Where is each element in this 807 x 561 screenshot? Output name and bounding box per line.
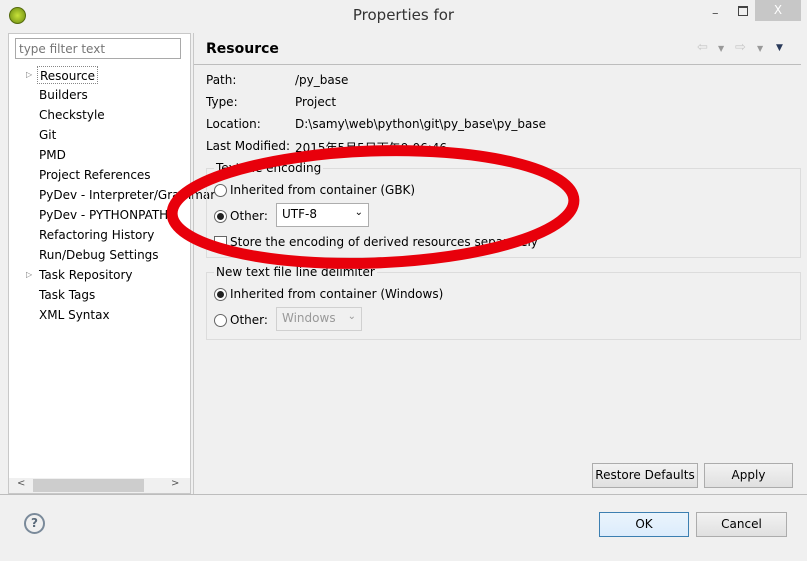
delimiter-value: Windows [282,311,336,325]
tree-item[interactable]: Refactoring History [39,226,154,244]
tree-item[interactable]: PyDev - Interpreter/Grammar [39,186,215,204]
tree-item[interactable]: Task Repository [39,266,133,284]
info-value: 2015年5月5日下午9:06:46 [295,141,448,155]
tree-item[interactable]: Resource [37,66,99,84]
close-button[interactable]: X [755,0,801,21]
chevron-down-icon: ⌄ [347,311,356,322]
encoding-inherited-label: Inherited from container (GBK) [230,183,416,197]
encoding-other-radio[interactable] [214,210,227,223]
window-title: Properties for [352,6,455,24]
info-value: /py_base [295,73,349,87]
apply-button[interactable]: Apply [704,463,793,488]
tree-item[interactable]: Checkstyle [39,106,105,124]
title-bar: Properties for – X [0,0,807,32]
text-file-encoding-group: Text file encoding Inherited from contai… [206,161,801,258]
expand-twisty-icon[interactable]: ▷ [26,70,32,79]
scrollbar-thumb[interactable] [33,479,144,492]
info-label: Last Modified: [206,139,291,153]
encoding-inherited-radio[interactable] [214,184,227,197]
encoding-other-label: Other: [230,209,268,223]
tree-item[interactable]: Run/Debug Settings [39,246,159,264]
info-label: Type: [206,95,238,109]
maximize-button[interactable] [738,6,748,16]
forward-menu-chevron-icon[interactable]: ▼ [757,44,763,53]
property-page: Resource ⇦ ▼ ⇨ ▼ ▼ Path: /py_base Type: Pro… [193,33,801,494]
store-separately-label: Store the encoding of derived resources … [230,235,538,249]
scroll-left-arrow-icon[interactable]: < [17,478,25,489]
tree-item[interactable]: Git [39,126,56,144]
tree-item[interactable]: Builders [39,86,88,104]
info-value: D:\samy\web\python\git\py_base\py_base [295,117,547,131]
filter-input[interactable] [15,38,181,59]
delimiter-inherited-radio[interactable] [214,288,227,301]
tree-item[interactable]: Project References [39,166,151,184]
footer-divider [0,494,807,495]
tree-item[interactable]: XML Syntax [39,306,110,324]
chevron-down-icon: ⌄ [354,207,363,218]
info-value: Project [295,95,337,109]
ok-button[interactable]: OK [599,512,689,537]
delimiter-other-radio[interactable] [214,314,227,327]
header-divider [194,64,801,65]
info-label: Location: [206,117,261,131]
back-arrow-icon[interactable]: ⇦ [697,40,708,55]
restore-defaults-button[interactable]: Restore Defaults [592,463,698,488]
delimiter-inherited-label: Inherited from container (Windows) [230,287,444,301]
encoding-value: UTF-8 [282,207,317,221]
back-menu-chevron-icon[interactable]: ▼ [718,44,724,53]
cancel-button[interactable]: Cancel [696,512,787,537]
horizontal-scrollbar[interactable]: < > [9,478,190,493]
view-menu-icon[interactable]: ▼ [776,43,783,53]
help-icon[interactable]: ? [24,513,45,534]
encoding-select[interactable]: UTF-8 ⌄ [276,203,369,227]
minimize-button[interactable]: – [712,6,719,21]
group-title: New text file line delimiter [214,265,377,279]
tree-item[interactable]: PMD [39,146,66,164]
tree-item[interactable]: PyDev - PYTHONPATH [39,206,168,224]
scroll-right-arrow-icon[interactable]: > [171,478,179,489]
group-title: Text file encoding [214,161,324,175]
page-title: Resource [206,41,279,57]
expand-twisty-icon[interactable]: ▷ [26,270,32,279]
line-delimiter-group: New text file line delimiter Inherited f… [206,265,801,340]
forward-arrow-icon[interactable]: ⇨ [735,40,746,55]
delimiter-other-label: Other: [230,313,268,327]
category-tree-panel: ▷ Resource Builders Checkstyle Git PMD Project… [8,33,215,494]
info-label: Path: [206,73,237,87]
delimiter-select[interactable]: Windows ⌄ [276,307,362,331]
store-separately-checkbox[interactable] [214,236,227,249]
tree-item[interactable]: Task Tags [39,286,95,304]
